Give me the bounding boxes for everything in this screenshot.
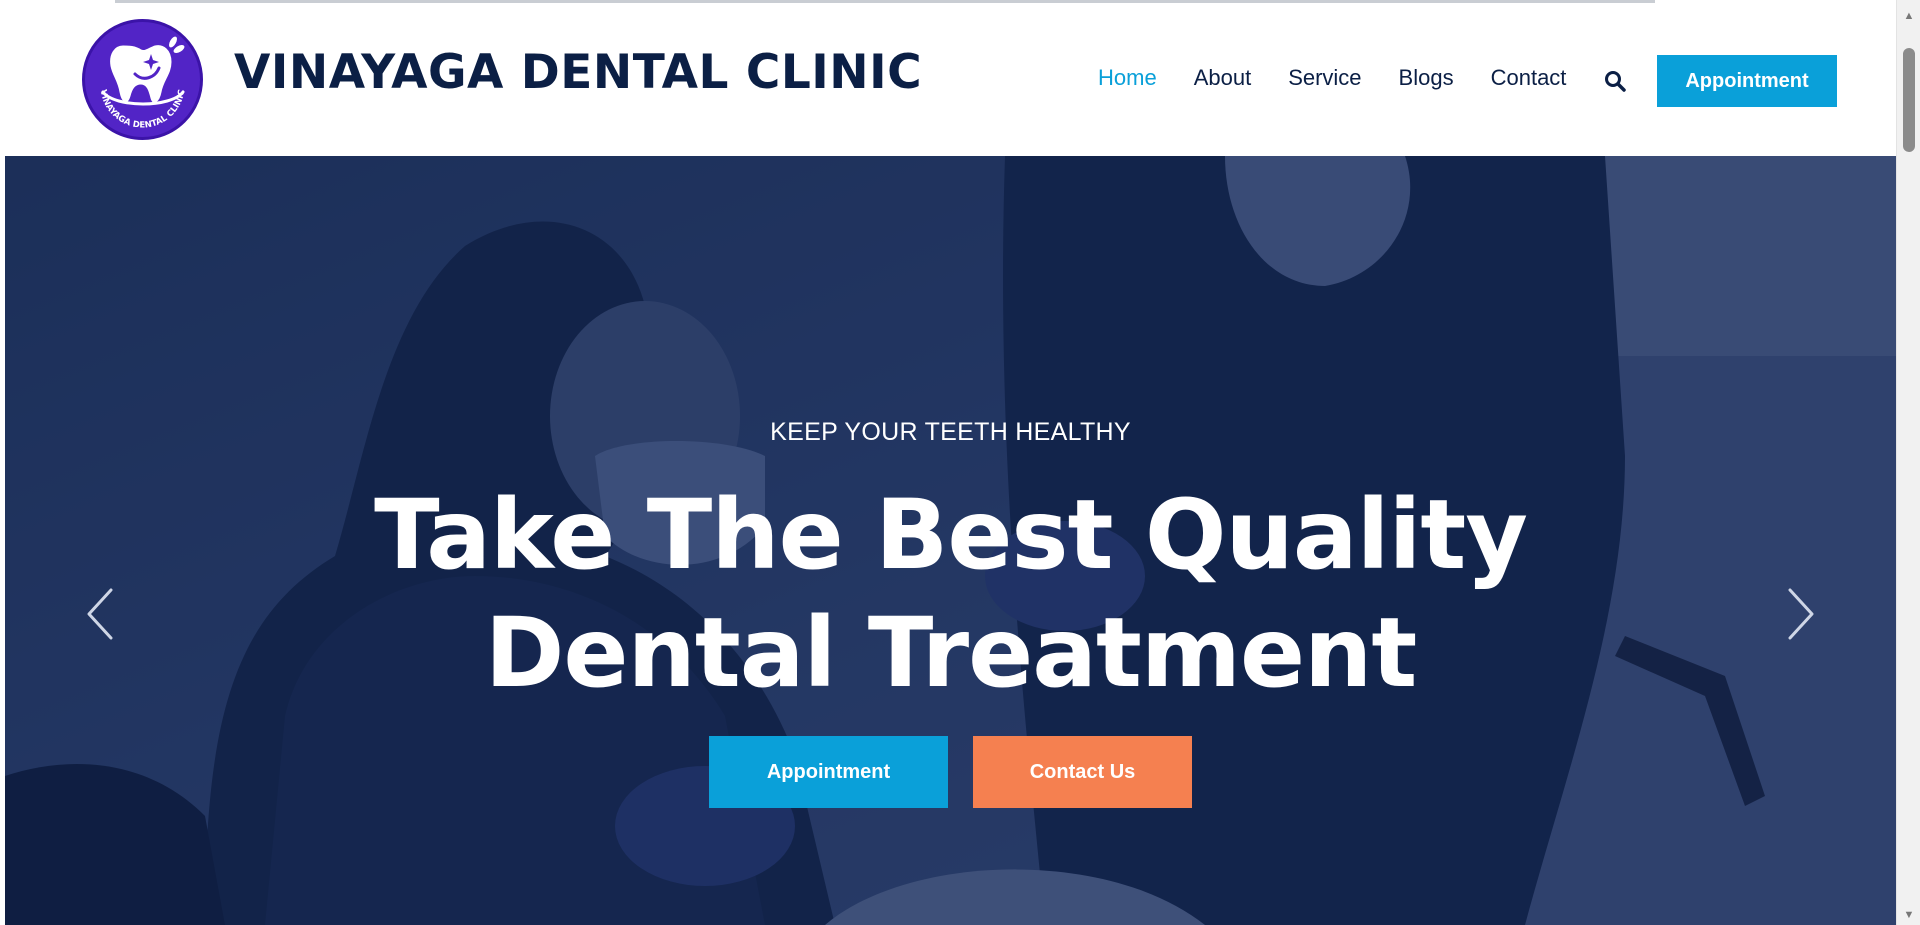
brand-name[interactable]: VINAYAGA DENTAL CLINIC	[234, 45, 922, 100]
hero-contact-button[interactable]: Contact Us	[973, 736, 1192, 808]
hero-title-line-1: Take The Best Quality	[374, 479, 1528, 591]
hero-appointment-button[interactable]: Appointment	[709, 736, 948, 808]
nav-item-blogs[interactable]: Blogs	[1399, 65, 1454, 91]
scroll-down-icon[interactable]: ▼	[1897, 905, 1920, 925]
hero-title: Take The Best Quality Dental Treatment	[5, 476, 1896, 712]
scroll-up-icon[interactable]: ▲	[1897, 6, 1920, 26]
chevron-left-icon[interactable]	[81, 584, 121, 644]
nav-item-contact[interactable]: Contact	[1491, 65, 1567, 91]
page-scrollbar[interactable]: ▲ ▼	[1896, 0, 1920, 925]
nav-item-about[interactable]: About	[1194, 65, 1252, 91]
browser-viewport: VINAYAGA DENTAL CLINIC VINAYAGA DENTAL C…	[0, 0, 1920, 925]
hero-slider: KEEP YOUR TEETH HEALTHY Take The Best Qu…	[5, 156, 1896, 925]
search-icon[interactable]	[1603, 69, 1627, 93]
tooth-logo-icon: VINAYAGA DENTAL CLINIC	[98, 36, 188, 131]
hero-title-line-2: Dental Treatment	[484, 597, 1418, 709]
scroll-thumb[interactable]	[1903, 48, 1915, 152]
nav-item-service[interactable]: Service	[1288, 65, 1361, 91]
svg-text:VINAYAGA DENTAL CLINIC: VINAYAGA DENTAL CLINIC	[98, 89, 188, 131]
clinic-logo[interactable]: VINAYAGA DENTAL CLINIC	[82, 19, 203, 140]
nav-item-home[interactable]: Home	[1098, 65, 1157, 91]
site-header: VINAYAGA DENTAL CLINIC VINAYAGA DENTAL C…	[5, 5, 1896, 156]
main-nav: Home About Service Blogs Contact	[1098, 65, 1603, 91]
header-appointment-button[interactable]: Appointment	[1657, 55, 1837, 107]
hero-kicker: KEEP YOUR TEETH HEALTHY	[770, 418, 1131, 446]
top-edge-bar	[115, 0, 1655, 3]
chevron-right-icon[interactable]	[1780, 584, 1820, 644]
